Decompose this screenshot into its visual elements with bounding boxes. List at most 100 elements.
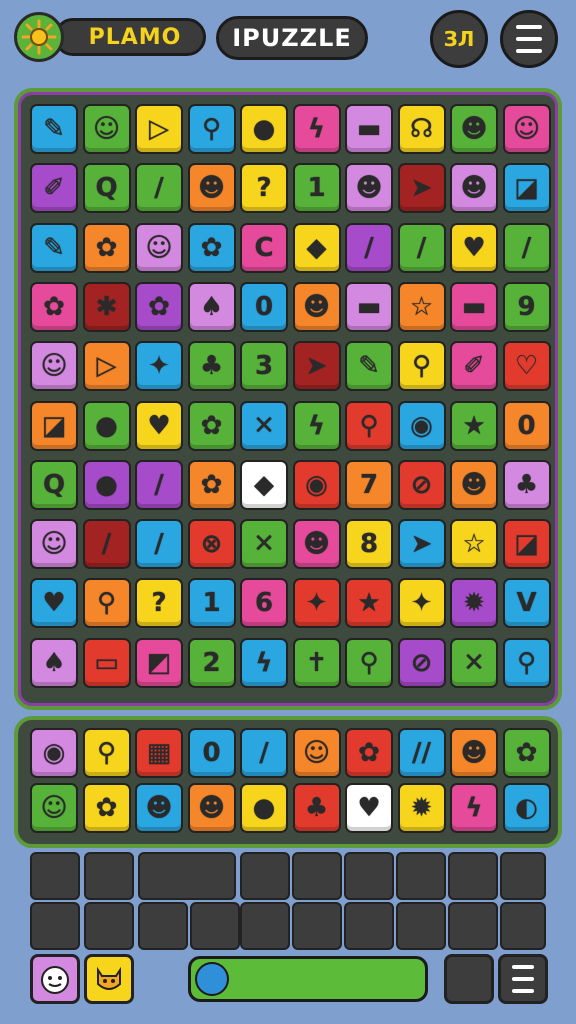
brand-logo[interactable]: PLAMO: [14, 12, 206, 62]
puzzle-tile[interactable]: ◪: [30, 400, 78, 451]
puzzle-tile[interactable]: /: [82, 519, 131, 570]
puzzle-tile[interactable]: ▦: [135, 728, 183, 778]
puzzle-tile[interactable]: ☻: [450, 459, 498, 510]
puzzle-tile[interactable]: ϟ: [450, 783, 498, 833]
puzzle-tile[interactable]: ✎: [30, 104, 78, 154]
puzzle-tile[interactable]: ✿: [187, 400, 236, 451]
puzzle-tile[interactable]: ✦: [292, 578, 341, 629]
empty-slot[interactable]: [30, 852, 80, 900]
puzzle-tile[interactable]: ●: [240, 783, 288, 833]
coins-button[interactable]: ЗЛ: [430, 10, 488, 68]
empty-slot[interactable]: [84, 852, 134, 900]
puzzle-tile[interactable]: ♥: [345, 783, 393, 833]
empty-slot[interactable]: [240, 852, 290, 900]
empty-slot-button[interactable]: [444, 954, 494, 1004]
empty-slot[interactable]: [138, 852, 236, 900]
puzzle-tile[interactable]: /: [397, 222, 446, 273]
puzzle-tile[interactable]: ☻: [345, 163, 393, 214]
puzzle-tile[interactable]: ☺: [292, 728, 341, 778]
puzzle-tile[interactable]: ϟ: [292, 104, 341, 154]
puzzle-tile[interactable]: /: [135, 519, 183, 570]
puzzle-tile[interactable]: ✹: [450, 578, 498, 629]
puzzle-tile[interactable]: ◉: [30, 728, 78, 778]
puzzle-tile[interactable]: ☺: [82, 104, 131, 154]
puzzle-tile[interactable]: ϟ: [292, 400, 341, 451]
empty-slot[interactable]: [138, 902, 188, 950]
puzzle-tile[interactable]: 0: [187, 728, 236, 778]
puzzle-tile[interactable]: ●: [82, 400, 131, 451]
character-button[interactable]: [30, 954, 80, 1004]
puzzle-tile[interactable]: 9: [502, 281, 551, 332]
puzzle-tile[interactable]: ⊘: [397, 637, 446, 688]
puzzle-tile[interactable]: ☆: [450, 519, 498, 570]
puzzle-tile[interactable]: 6: [240, 578, 288, 629]
puzzle-tile[interactable]: ☻: [187, 783, 236, 833]
puzzle-tile[interactable]: C: [240, 222, 288, 273]
puzzle-tile[interactable]: ♥: [30, 578, 78, 629]
empty-slot[interactable]: [84, 902, 134, 950]
puzzle-tile[interactable]: ?: [240, 163, 288, 214]
puzzle-tile[interactable]: ▬: [450, 281, 498, 332]
puzzle-tile[interactable]: ⚲: [345, 637, 393, 688]
puzzle-tile[interactable]: ♣: [502, 459, 551, 510]
empty-slot[interactable]: [292, 852, 342, 900]
puzzle-tile[interactable]: ▷: [135, 104, 183, 154]
puzzle-tile[interactable]: ⚲: [187, 104, 236, 154]
empty-slot[interactable]: [396, 852, 446, 900]
puzzle-tile[interactable]: ♥: [450, 222, 498, 273]
empty-slot[interactable]: [396, 902, 446, 950]
puzzle-tile[interactable]: ✿: [135, 281, 183, 332]
puzzle-tile[interactable]: Q: [82, 163, 131, 214]
puzzle-tile[interactable]: ☊: [397, 104, 446, 154]
puzzle-tile[interactable]: //: [397, 728, 446, 778]
empty-slot[interactable]: [292, 902, 342, 950]
empty-slot[interactable]: [500, 902, 546, 950]
puzzle-tile[interactable]: ♥: [135, 400, 183, 451]
puzzle-tile[interactable]: ☻: [292, 519, 341, 570]
puzzle-tile[interactable]: ▬: [345, 104, 393, 154]
puzzle-tile[interactable]: 2: [187, 637, 236, 688]
puzzle-tile[interactable]: ★: [345, 578, 393, 629]
puzzle-tile[interactable]: ●: [240, 104, 288, 154]
menu-icon-bottom[interactable]: [498, 954, 548, 1004]
puzzle-tile[interactable]: ✕: [240, 519, 288, 570]
puzzle-tile[interactable]: ✱: [82, 281, 131, 332]
empty-slot[interactable]: [448, 902, 498, 950]
puzzle-tile[interactable]: ☻: [187, 163, 236, 214]
puzzle-tile[interactable]: /: [135, 459, 183, 510]
empty-slot[interactable]: [344, 852, 394, 900]
puzzle-tile[interactable]: 8: [345, 519, 393, 570]
puzzle-tile[interactable]: 7: [345, 459, 393, 510]
puzzle-tile[interactable]: ⚲: [82, 578, 131, 629]
puzzle-tile[interactable]: ♣: [292, 783, 341, 833]
puzzle-tile[interactable]: /: [502, 222, 551, 273]
puzzle-tile[interactable]: ☺: [502, 104, 551, 154]
puzzle-tile[interactable]: ◪: [502, 163, 551, 214]
menu-icon[interactable]: [500, 10, 558, 68]
puzzle-tile[interactable]: ✎: [30, 222, 78, 273]
puzzle-tile[interactable]: /: [345, 222, 393, 273]
puzzle-tile[interactable]: ☻: [450, 104, 498, 154]
puzzle-tile[interactable]: ✕: [240, 400, 288, 451]
puzzle-tile[interactable]: ☺: [30, 519, 78, 570]
puzzle-tile[interactable]: ★: [450, 400, 498, 451]
puzzle-tile[interactable]: ☻: [292, 281, 341, 332]
empty-slot[interactable]: [190, 902, 240, 950]
puzzle-tile[interactable]: ?: [135, 578, 183, 629]
puzzle-tile[interactable]: ◩: [135, 637, 183, 688]
puzzle-tile[interactable]: 1: [187, 578, 236, 629]
puzzle-tile[interactable]: ☺: [30, 341, 78, 392]
pet-button[interactable]: [84, 954, 134, 1004]
puzzle-tile[interactable]: ➤: [397, 519, 446, 570]
puzzle-tile[interactable]: ✿: [30, 281, 78, 332]
puzzle-tile[interactable]: ◪: [502, 519, 551, 570]
puzzle-tile[interactable]: Q: [30, 459, 78, 510]
empty-slot[interactable]: [500, 852, 546, 900]
puzzle-tile[interactable]: ✹: [397, 783, 446, 833]
puzzle-tile[interactable]: ☺: [30, 783, 78, 833]
puzzle-tile[interactable]: ✿: [502, 728, 551, 778]
puzzle-tile[interactable]: ◉: [397, 400, 446, 451]
empty-slot[interactable]: [344, 902, 394, 950]
puzzle-tile[interactable]: ●: [82, 459, 131, 510]
puzzle-tile[interactable]: ◆: [292, 222, 341, 273]
